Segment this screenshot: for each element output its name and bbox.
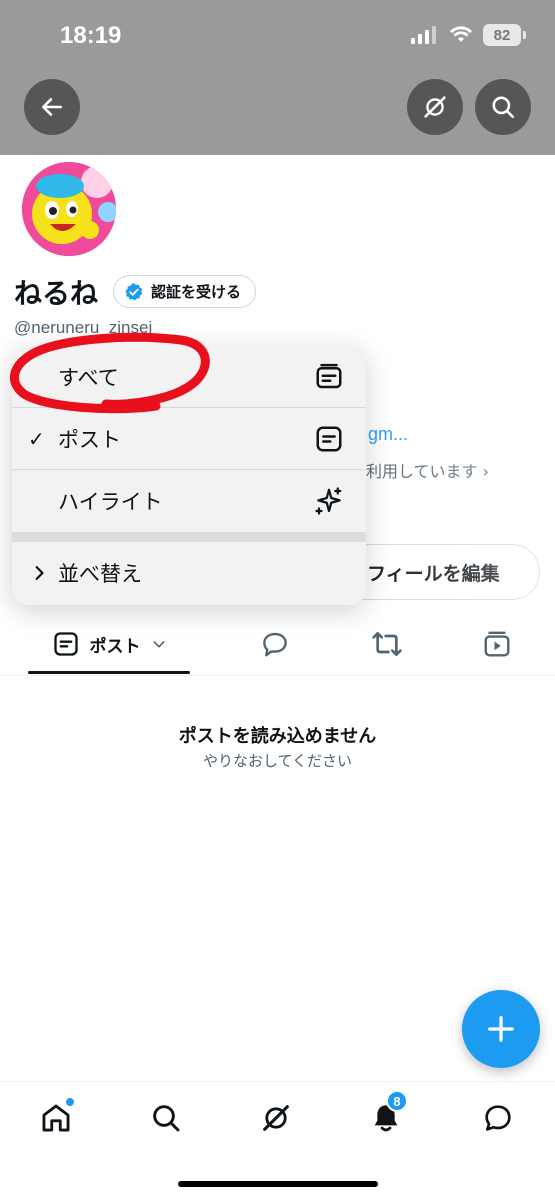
notification-badge: 8 bbox=[386, 1090, 408, 1112]
menu-item-all[interactable]: すべて bbox=[12, 346, 366, 408]
premium-notice-label: 利用しています bbox=[366, 462, 478, 481]
verified-badge-icon bbox=[125, 282, 143, 300]
grok-icon bbox=[263, 1105, 289, 1131]
status-indicators: 82 bbox=[411, 24, 526, 46]
nav-search[interactable] bbox=[144, 1096, 188, 1140]
search-icon bbox=[492, 96, 515, 119]
avatar-image bbox=[22, 162, 116, 256]
profile-tabs: ポスト bbox=[0, 614, 555, 676]
repost-icon bbox=[372, 632, 402, 656]
chevron-right-icon bbox=[35, 566, 44, 580]
battery-indicator: 82 bbox=[483, 24, 526, 46]
get-verified-label: 認証を受ける bbox=[151, 283, 242, 301]
menu-separator bbox=[12, 532, 366, 542]
profile-name: ねるね bbox=[14, 277, 99, 310]
menu-item-highlights-label: ハイライト bbox=[58, 490, 163, 514]
sparkle-icon bbox=[315, 487, 342, 515]
menu-item-sort-label: 並べ替え bbox=[58, 562, 142, 586]
timeline-filter-menu: すべて ✓ ポスト ハイライト 並べ替え bbox=[12, 346, 366, 605]
active-tab-indicator bbox=[28, 671, 190, 674]
tab-posts[interactable]: ポスト bbox=[28, 614, 190, 674]
video-icon bbox=[484, 631, 510, 657]
status-time: 18:19 bbox=[60, 22, 122, 49]
menu-item-highlights[interactable]: ハイライト bbox=[12, 470, 366, 532]
nav-grok[interactable] bbox=[254, 1096, 298, 1140]
empty-state-subtitle: やりなおしてください bbox=[202, 752, 353, 770]
nav-home[interactable] bbox=[34, 1096, 78, 1140]
edit-profile-label: フィールを編集 bbox=[367, 562, 500, 585]
post-icon bbox=[53, 632, 78, 656]
timeline-all-icon bbox=[316, 363, 342, 389]
nav-messages[interactable] bbox=[476, 1096, 520, 1140]
menu-item-all-label: すべて bbox=[58, 365, 119, 390]
avatar[interactable] bbox=[18, 158, 120, 260]
empty-state-title: ポストを読み込めません bbox=[178, 726, 377, 747]
search-icon bbox=[153, 1105, 180, 1132]
compose-button[interactable] bbox=[462, 990, 540, 1068]
home-unread-dot bbox=[66, 1098, 74, 1106]
tab-media[interactable] bbox=[472, 614, 522, 674]
menu-item-posts-label: ポスト bbox=[58, 427, 121, 452]
wifi-icon bbox=[450, 26, 472, 42]
back-button[interactable] bbox=[24, 79, 80, 135]
tab-posts-label: ポスト bbox=[89, 636, 141, 657]
grok-icon bbox=[424, 96, 446, 118]
home-icon bbox=[42, 1104, 70, 1132]
arrow-left-icon bbox=[42, 98, 62, 116]
tab-replies[interactable] bbox=[250, 614, 300, 674]
chevron-right-icon: › bbox=[482, 462, 490, 481]
home-indicator bbox=[178, 1181, 378, 1187]
check-icon: ✓ bbox=[28, 426, 45, 451]
menu-item-sort[interactable]: 並べ替え bbox=[12, 542, 366, 604]
message-icon bbox=[485, 1105, 511, 1131]
get-verified-button[interactable]: 認証を受ける bbox=[113, 275, 257, 308]
profile-link[interactable]: gm... bbox=[368, 424, 408, 445]
grok-button[interactable] bbox=[407, 79, 463, 135]
nav-notifications[interactable]: 8 bbox=[364, 1090, 408, 1140]
premium-notice[interactable]: 利用しています › bbox=[366, 458, 489, 482]
reply-icon bbox=[263, 632, 287, 657]
profile-handle: @neruneru_zinsei bbox=[14, 318, 153, 337]
battery-level: 82 bbox=[493, 26, 511, 44]
status-bar: 18:19 82 bbox=[0, 0, 555, 70]
signal-icon bbox=[411, 26, 436, 44]
menu-item-posts[interactable]: ✓ ポスト bbox=[12, 408, 366, 470]
post-icon bbox=[316, 426, 342, 452]
search-button[interactable] bbox=[475, 79, 531, 135]
tab-reposts[interactable] bbox=[362, 614, 412, 674]
chevron-down-icon bbox=[153, 641, 164, 648]
plus-icon bbox=[488, 1016, 514, 1042]
